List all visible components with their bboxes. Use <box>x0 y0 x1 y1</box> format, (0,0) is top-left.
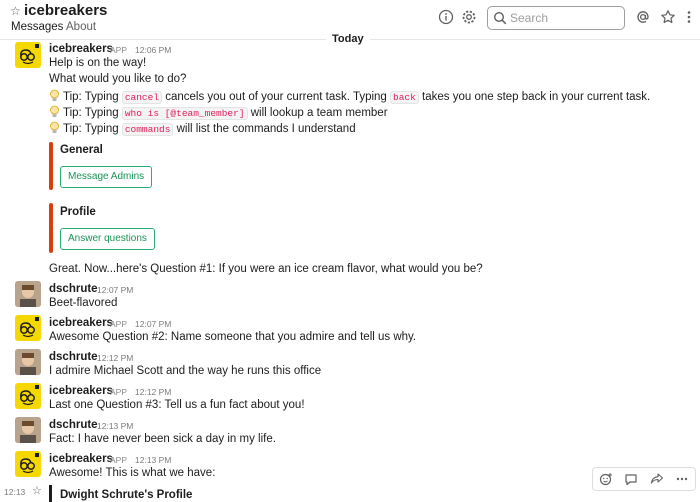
hover-timestamp[interactable]: 12:13 <box>4 487 25 497</box>
inline-code: back <box>390 91 419 104</box>
search-placeholder: Search <box>510 11 549 25</box>
message-time[interactable]: 12:12 PM <box>135 387 171 397</box>
app-badge: APP <box>110 455 128 465</box>
message-time[interactable]: 12:13 PM <box>135 455 171 465</box>
message-time[interactable]: 12:07 PM <box>135 319 171 329</box>
avatar[interactable] <box>15 42 41 68</box>
attachment-bar <box>49 142 53 190</box>
message-time[interactable]: 12:07 PM <box>97 285 133 295</box>
message-text: Great. Now...here's Question #1: If you … <box>49 263 483 275</box>
attachment-title: General <box>60 144 103 156</box>
profile-title: Dwight Schrute's Profile <box>60 489 193 501</box>
reply-thread-icon[interactable] <box>623 471 639 487</box>
message-sender[interactable]: icebreakers <box>49 453 113 465</box>
message-time[interactable]: 12:12 PM <box>97 353 133 363</box>
search-input[interactable]: Search <box>487 6 625 30</box>
more-actions-icon[interactable] <box>674 471 690 487</box>
message-text: Last one Question #3: Tell us a fun fact… <box>49 399 305 411</box>
share-icon[interactable] <box>649 471 665 487</box>
message-sender[interactable]: icebreakers <box>49 385 113 397</box>
message-sender[interactable]: icebreakers <box>49 317 113 329</box>
inline-code: who is [@team_member] <box>121 107 248 120</box>
app-badge: APP <box>110 319 128 329</box>
message-time[interactable]: 12:06 PM <box>135 45 171 55</box>
message-text: Fact: I have never been sick a day in my… <box>49 433 276 445</box>
message-text: Awesome! This is what we have: <box>49 467 216 479</box>
star-channel-icon[interactable]: ☆ <box>10 4 21 18</box>
info-icon[interactable] <box>437 8 455 26</box>
app-badge: APP <box>110 387 128 397</box>
lightbulb-icon <box>50 105 59 117</box>
more-icon[interactable] <box>680 8 698 26</box>
avatar[interactable] <box>15 383 41 409</box>
attachment-title: Profile <box>60 206 96 218</box>
star-icon[interactable] <box>659 8 677 26</box>
tip-line: Tip: Typing commands will list the comma… <box>49 121 356 136</box>
message-time[interactable]: 12:13 PM <box>97 421 133 431</box>
tab-about[interactable]: About <box>66 21 96 33</box>
message-admins-button[interactable]: Message Admins <box>60 166 153 188</box>
at-icon[interactable] <box>634 8 652 26</box>
message-sender[interactable]: dschrute <box>49 351 98 363</box>
add-reaction-icon[interactable] <box>598 471 614 487</box>
message-text: Beet-flavored <box>49 297 118 309</box>
avatar[interactable] <box>15 281 41 307</box>
inline-code: cancel <box>121 91 163 104</box>
message-text: Help is on the way! <box>49 57 147 69</box>
attachment-bar <box>49 203 53 253</box>
message-text: What would you like to do? <box>49 73 187 85</box>
search-icon <box>493 11 507 25</box>
lightbulb-icon <box>50 89 59 101</box>
lightbulb-icon <box>50 121 59 133</box>
avatar[interactable] <box>15 349 41 375</box>
message-sender[interactable]: dschrute <box>49 419 98 431</box>
message-text: Awesome Question #2: Name someone that y… <box>49 331 417 343</box>
message-text: I admire Michael Scott and the way he ru… <box>49 365 322 377</box>
inline-code: commands <box>121 123 174 136</box>
attachment-bar <box>49 485 52 502</box>
tab-messages[interactable]: Messages <box>11 21 63 33</box>
app-badge: APP <box>110 45 128 55</box>
answer-questions-button[interactable]: Answer questions <box>60 228 155 250</box>
tip-line: Tip: Typing cancel cancels you out of yo… <box>49 89 650 104</box>
day-divider: Today <box>326 31 370 47</box>
star-message-icon[interactable]: ☆ <box>32 484 42 497</box>
channel-title[interactable]: icebreakers <box>24 2 107 19</box>
message-actions-toolbar <box>592 467 696 491</box>
message-sender[interactable]: icebreakers <box>49 43 113 55</box>
avatar[interactable] <box>15 417 41 443</box>
avatar[interactable] <box>15 315 41 341</box>
gear-icon[interactable] <box>460 8 478 26</box>
tip-line: Tip: Typing who is [@team_member] will l… <box>49 105 388 120</box>
avatar[interactable] <box>15 451 41 477</box>
message-sender[interactable]: dschrute <box>49 283 98 295</box>
